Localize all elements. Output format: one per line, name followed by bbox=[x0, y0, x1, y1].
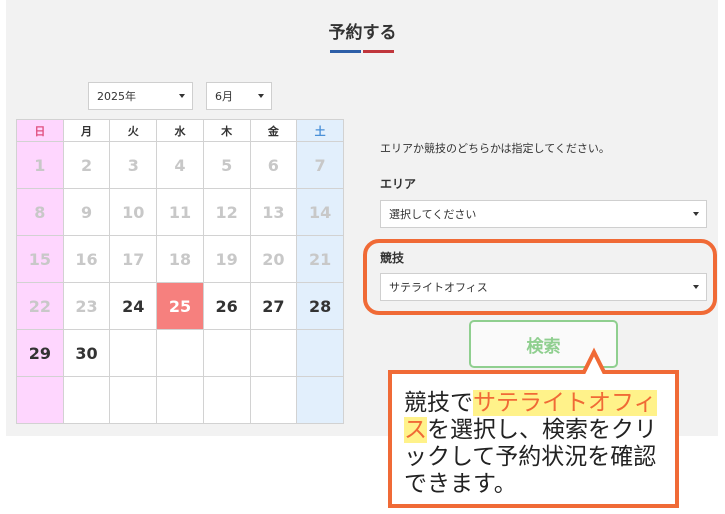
calendar-day-cell[interactable]: 30 bbox=[62, 329, 111, 377]
calendar-week-row: 22 23 24 25 26 27 28 bbox=[16, 282, 344, 330]
calendar-day-cell: 13 bbox=[249, 188, 298, 236]
year-select[interactable]: 2025年 bbox=[88, 82, 193, 110]
instruction-text: エリアか競技のどちらかは指定してください。 bbox=[380, 142, 610, 155]
calendar-day-cell: 7 bbox=[296, 141, 344, 189]
calendar-day-cell[interactable]: 24 bbox=[109, 282, 158, 330]
calendar-day-cell: 11 bbox=[156, 188, 204, 236]
calendar-empty-cell bbox=[249, 329, 298, 377]
calendar-day-cell: 10 bbox=[109, 188, 158, 236]
weekday-header: 金 bbox=[249, 119, 298, 142]
calendar-day-cell: 12 bbox=[202, 188, 251, 236]
weekday-header: 日 bbox=[16, 119, 64, 142]
calendar-empty-cell bbox=[109, 376, 158, 424]
calendar-empty-cell bbox=[296, 329, 344, 377]
callout-text: 競技でサテライトオフィスを選択し、検索をクリックして予約状況を確認できます。 bbox=[404, 390, 672, 498]
month-select-value: 6月 bbox=[215, 90, 233, 103]
calendar-day-cell: 17 bbox=[109, 235, 158, 283]
calendar-day-cell[interactable]: 28 bbox=[296, 282, 344, 330]
calendar-day-cell: 15 bbox=[16, 235, 64, 283]
title-underline bbox=[330, 50, 394, 53]
chevron-down-icon bbox=[693, 212, 699, 216]
calendar-day-cell: 20 bbox=[249, 235, 298, 283]
calendar-empty-cell bbox=[109, 329, 158, 377]
calendar-empty-cell bbox=[296, 376, 344, 424]
weekday-header: 水 bbox=[156, 119, 204, 142]
calendar-day-cell[interactable]: 26 bbox=[202, 282, 251, 330]
year-select-value: 2025年 bbox=[97, 90, 136, 103]
calendar-day-cell: 22 bbox=[16, 282, 64, 330]
calendar-empty-cell bbox=[156, 329, 204, 377]
calendar-day-cell: 18 bbox=[156, 235, 204, 283]
calendar-day-cell: 5 bbox=[202, 141, 251, 189]
calendar-empty-cell bbox=[202, 376, 251, 424]
search-button[interactable]: 検索 bbox=[469, 320, 618, 368]
calendar-empty-cell bbox=[156, 376, 204, 424]
calendar-grid: 日月火水木金土 1 2 3 4 5 6 7 8 9 10 11 12 13 14 15 16 17 18 19 20 2… bbox=[16, 119, 344, 424]
month-select[interactable]: 6月 bbox=[206, 82, 272, 110]
calendar-day-cell: 19 bbox=[202, 235, 251, 283]
calendar-day-cell: 4 bbox=[156, 141, 204, 189]
calendar-week-row: 8 9 10 11 12 13 14 bbox=[16, 188, 344, 236]
reservation-screen: 予約する 2025年 6月 日月火水木金土 1 2 3 4 5 6 7 8 9 10 11 12 13 1… bbox=[0, 0, 725, 514]
calendar-day-cell: 23 bbox=[62, 282, 111, 330]
calendar-day-cell: 9 bbox=[62, 188, 111, 236]
calendar-empty-cell bbox=[249, 376, 298, 424]
weekday-header: 木 bbox=[202, 119, 251, 142]
calendar-day-cell: 16 bbox=[62, 235, 111, 283]
calendar-day-cell: 3 bbox=[109, 141, 158, 189]
weekday-header: 土 bbox=[296, 119, 344, 142]
calendar-empty-cell bbox=[16, 376, 64, 424]
calendar-day-cell[interactable]: 27 bbox=[249, 282, 298, 330]
calendar-day-cell: 8 bbox=[16, 188, 64, 236]
calendar-week-row: 15 16 17 18 19 20 21 bbox=[16, 235, 344, 283]
weekday-header: 月 bbox=[62, 119, 111, 142]
area-select[interactable]: 選択してください bbox=[380, 200, 707, 228]
calendar-day-cell: 1 bbox=[16, 141, 64, 189]
area-select-value: 選択してください bbox=[389, 208, 477, 221]
page-title: 予約する bbox=[328, 23, 397, 43]
calendar-empty-cell bbox=[62, 376, 111, 424]
calendar-day-cell[interactable]: 29 bbox=[16, 329, 64, 377]
calendar-week-row: 1234567 bbox=[16, 141, 344, 189]
chevron-down-icon bbox=[179, 94, 185, 98]
weekday-header-row: 日月火水木金土 bbox=[16, 119, 344, 142]
calendar-day-cell: 6 bbox=[249, 141, 298, 189]
calendar-day-cell: 21 bbox=[296, 235, 344, 283]
calendar-day-cell: 14 bbox=[296, 188, 344, 236]
callout-prefix: 競技で bbox=[404, 390, 473, 416]
title-underline-blue bbox=[330, 50, 361, 53]
calendar-week-row bbox=[16, 376, 344, 424]
weekday-header: 火 bbox=[109, 119, 158, 142]
calendar-day-cell[interactable]: 25 bbox=[156, 282, 204, 330]
sport-highlight-ring bbox=[363, 239, 717, 315]
calendar-day-cell: 2 bbox=[62, 141, 111, 189]
chevron-down-icon bbox=[258, 94, 264, 98]
title-underline-red bbox=[363, 50, 394, 53]
callout-suffix: を選択し、検索をクリックして予約状況を確認できます。 bbox=[404, 417, 657, 497]
calendar-week-row: 29 30 bbox=[16, 329, 344, 377]
calendar-empty-cell bbox=[202, 329, 251, 377]
area-label: エリア bbox=[380, 177, 417, 191]
